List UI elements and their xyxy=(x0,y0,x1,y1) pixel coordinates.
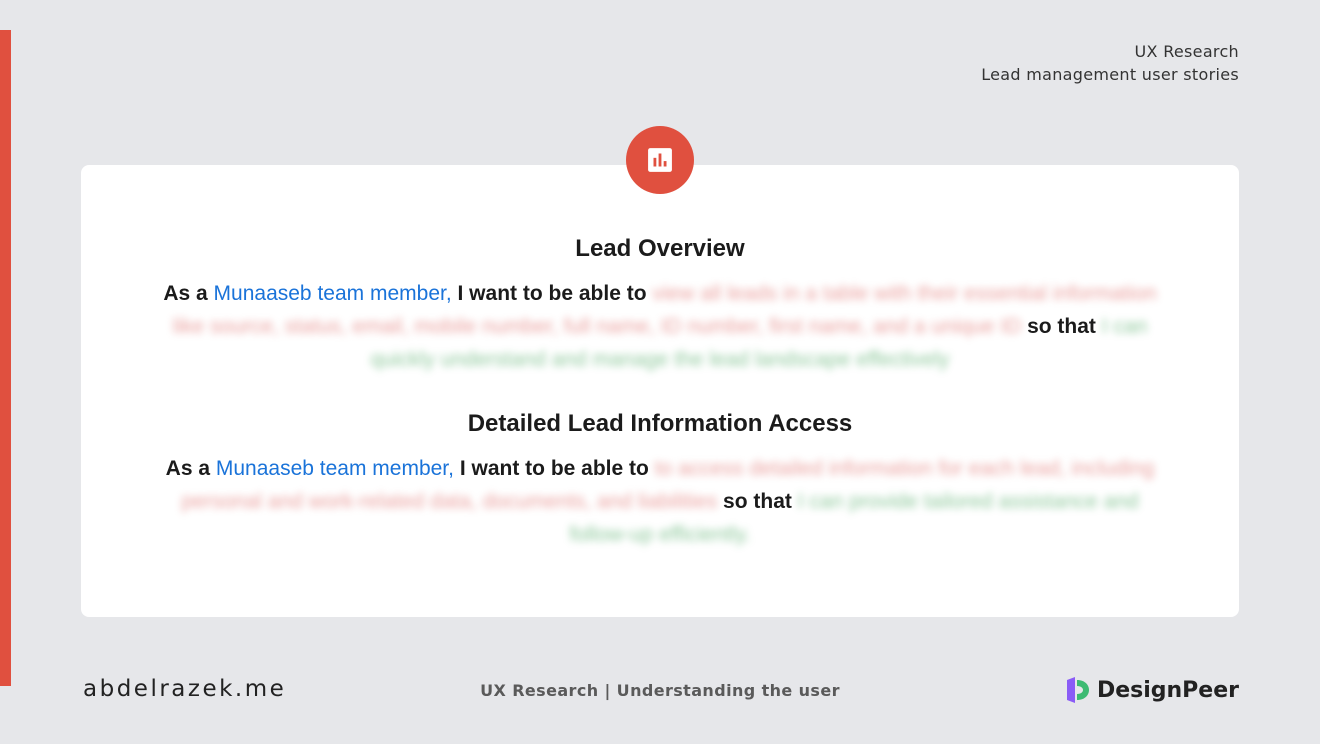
designpeer-logo-icon xyxy=(1066,677,1089,703)
story-title: Detailed Lead Information Access xyxy=(467,410,853,437)
story-want: I want to be able to xyxy=(459,457,649,480)
story-role: Munaaseb team member, xyxy=(213,282,452,305)
story-lead-overview: Lead Overview As a Munaaseb team member,… xyxy=(81,235,1239,376)
story-prefix: As a xyxy=(163,282,208,305)
story-so-that: so that xyxy=(1027,315,1096,338)
story-text: As a Munaaseb team member, I want to be … xyxy=(150,277,1170,376)
brand-name: DesignPeer xyxy=(1096,677,1239,703)
story-card: Lead Overview As a Munaaseb team member,… xyxy=(81,165,1239,617)
story-prefix: As a xyxy=(165,457,211,480)
header-subtitle: Lead management user stories xyxy=(981,65,1239,84)
designpeer-brand: DesignPeer xyxy=(1065,676,1239,704)
bar-chart-badge xyxy=(626,126,694,194)
header-category: UX Research xyxy=(1134,42,1239,61)
story-want: I want to be able to xyxy=(457,282,647,305)
story-role: Munaaseb team member, xyxy=(215,457,454,480)
accent-bar xyxy=(0,30,11,686)
bar-chart-icon xyxy=(648,148,672,172)
story-so-that: so that xyxy=(723,490,792,513)
story-text: As a Munaaseb team member, I want to be … xyxy=(160,452,1160,551)
header-meta: UX Research Lead management user stories xyxy=(981,40,1239,86)
story-title: Lead Overview xyxy=(575,235,745,262)
story-detailed-lead-access: Detailed Lead Information Access As a Mu… xyxy=(81,410,1239,551)
